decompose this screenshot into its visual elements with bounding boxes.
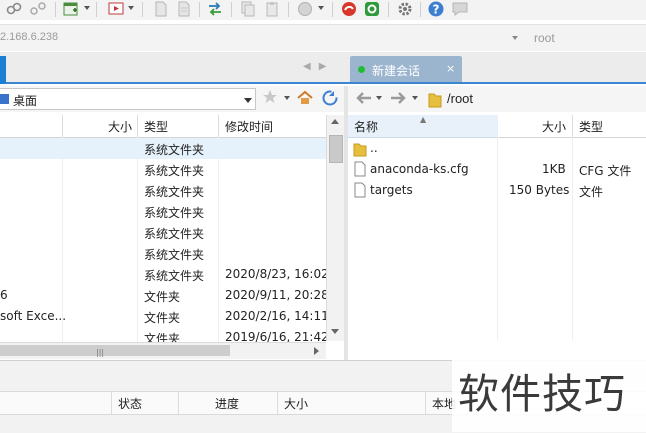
paste-icon[interactable] [264, 1, 280, 17]
forward-dropdown-icon[interactable] [412, 96, 418, 100]
tab-new-session[interactable]: 新建会话 × [350, 56, 462, 82]
new-window-dropdown-icon[interactable] [84, 6, 90, 10]
file-icon [354, 182, 366, 201]
column-size[interactable]: 大小 [284, 395, 308, 412]
table-row[interactable]: 系统文件夹 [0, 201, 326, 222]
session-user-hint[interactable]: root [534, 31, 555, 45]
link-icon[interactable] [6, 1, 22, 17]
table-row[interactable]: 系统文件夹 [0, 138, 326, 159]
tab-label: 新建会话 [372, 64, 421, 78]
page-icon[interactable] [153, 1, 169, 17]
online-status-icon [358, 66, 365, 73]
column-type[interactable]: 类型 [579, 118, 603, 135]
copy-icon[interactable] [240, 1, 256, 17]
address-bar: 2.168.6.238 root [0, 24, 646, 51]
page-icon-2[interactable] [176, 1, 192, 17]
folder-icon [353, 140, 367, 160]
host-address[interactable]: 2.168.6.238 [0, 31, 58, 43]
local-path-bar: 桌面 [0, 86, 344, 112]
close-icon[interactable]: × [446, 62, 455, 75]
play-dropdown-icon[interactable] [128, 6, 134, 10]
column-size[interactable]: 大小 [108, 118, 132, 135]
desktop-icon [0, 94, 9, 104]
help-icon[interactable]: ? [428, 1, 444, 17]
toolbar-separator [388, 2, 389, 17]
favorite-dropdown-icon[interactable] [284, 96, 290, 100]
table-row[interactable]: soft Exce... 文件夹 2020/2/16, 14:11 [0, 306, 326, 327]
remote-path-bar: /root [348, 86, 646, 112]
chevron-down-icon[interactable] [244, 98, 252, 103]
transfer-icon[interactable] [207, 1, 223, 17]
scroll-thumb[interactable] [329, 135, 343, 163]
favorite-star-icon[interactable] [262, 89, 278, 108]
column-name-highlight: 名称 ▲ [348, 115, 498, 138]
toolbar-separator [420, 2, 421, 17]
toolbar-separator [55, 2, 56, 17]
column-size[interactable]: 大小 [542, 118, 566, 135]
back-dropdown-icon[interactable] [376, 96, 382, 100]
grip-icon: ||| [96, 348, 105, 357]
horizontal-scrollbar[interactable]: ||| [0, 342, 326, 359]
table-row[interactable]: 文件夹 2019/6/16, 21:42 [0, 327, 326, 342]
toolbar: ? [0, 0, 646, 20]
table-row[interactable]: 系统文件夹 2020/8/23, 16:02 [0, 264, 326, 285]
play-icon[interactable] [108, 1, 124, 17]
toolbar-separator [332, 2, 333, 17]
remote-file-list: .. anaconda-ks.cfg 1KB CFG 文件 targets 15… [348, 137, 646, 342]
local-file-list: 系统文件夹 系统文件夹 系统文件夹 系统文件夹 系统文件夹 系统文件夹 系统文件… [0, 137, 326, 342]
scroll-down-icon[interactable] [331, 329, 339, 334]
remote-path-text[interactable]: /root [447, 91, 473, 106]
orange-app-icon[interactable] [341, 1, 357, 17]
toolbar-separator [142, 2, 143, 17]
file-icon [354, 161, 366, 180]
settings-icon[interactable] [397, 1, 413, 17]
list-item[interactable]: targets 150 Bytes 文件 [348, 180, 646, 201]
local-path-combobox[interactable]: 桌面 [0, 88, 256, 110]
home-icon[interactable] [297, 90, 313, 109]
list-item[interactable]: .. [348, 138, 646, 159]
green-app-icon[interactable] [364, 1, 380, 17]
local-path-text: 桌面 [13, 94, 38, 108]
watermark-text: 软件技巧 [458, 370, 626, 418]
tab-bar: ◀▶ 新建会话 × [0, 52, 646, 84]
column-modified[interactable]: 修改时间 [225, 118, 273, 135]
refresh-icon[interactable] [321, 89, 339, 110]
tab-scroll-arrows-icon[interactable]: ◀▶ [303, 61, 334, 72]
address-dropdown-icon[interactable] [512, 36, 518, 40]
toolbar-separator [231, 2, 232, 17]
svg-text:?: ? [433, 3, 440, 17]
new-window-icon[interactable] [63, 1, 79, 17]
local-tab[interactable] [0, 56, 6, 84]
column-progress[interactable]: 进度 [215, 395, 239, 412]
column-type[interactable]: 类型 [144, 118, 168, 135]
unlink-icon[interactable] [30, 1, 46, 17]
scroll-up-icon[interactable] [331, 119, 339, 124]
table-row[interactable]: 6 文件夹 2020/9/11, 20:28 [0, 285, 326, 306]
folder-icon [428, 90, 442, 111]
back-arrow-icon[interactable] [354, 90, 372, 109]
toolbar-separator [96, 2, 97, 17]
vertical-scrollbar[interactable] [326, 115, 344, 341]
table-row[interactable]: 系统文件夹 [0, 243, 326, 264]
forward-arrow-icon[interactable] [390, 90, 408, 109]
list-item[interactable]: anaconda-ks.cfg 1KB CFG 文件 [348, 159, 646, 180]
toolbar-separator [288, 2, 289, 17]
circle-dropdown-icon[interactable] [318, 6, 324, 10]
scroll-thumb[interactable] [0, 345, 230, 356]
toolbar-separator [199, 2, 200, 17]
scroll-right-icon[interactable] [314, 347, 319, 355]
column-status[interactable]: 状态 [118, 395, 142, 412]
watermark: 软件技巧 [452, 340, 646, 432]
table-row[interactable]: 系统文件夹 [0, 180, 326, 201]
chat-icon[interactable] [452, 1, 468, 17]
table-row[interactable]: 系统文件夹 [0, 222, 326, 243]
table-row[interactable]: 系统文件夹 [0, 159, 326, 180]
circle-icon[interactable] [297, 1, 313, 17]
local-list-header: 大小 类型 修改时间 [0, 115, 326, 138]
